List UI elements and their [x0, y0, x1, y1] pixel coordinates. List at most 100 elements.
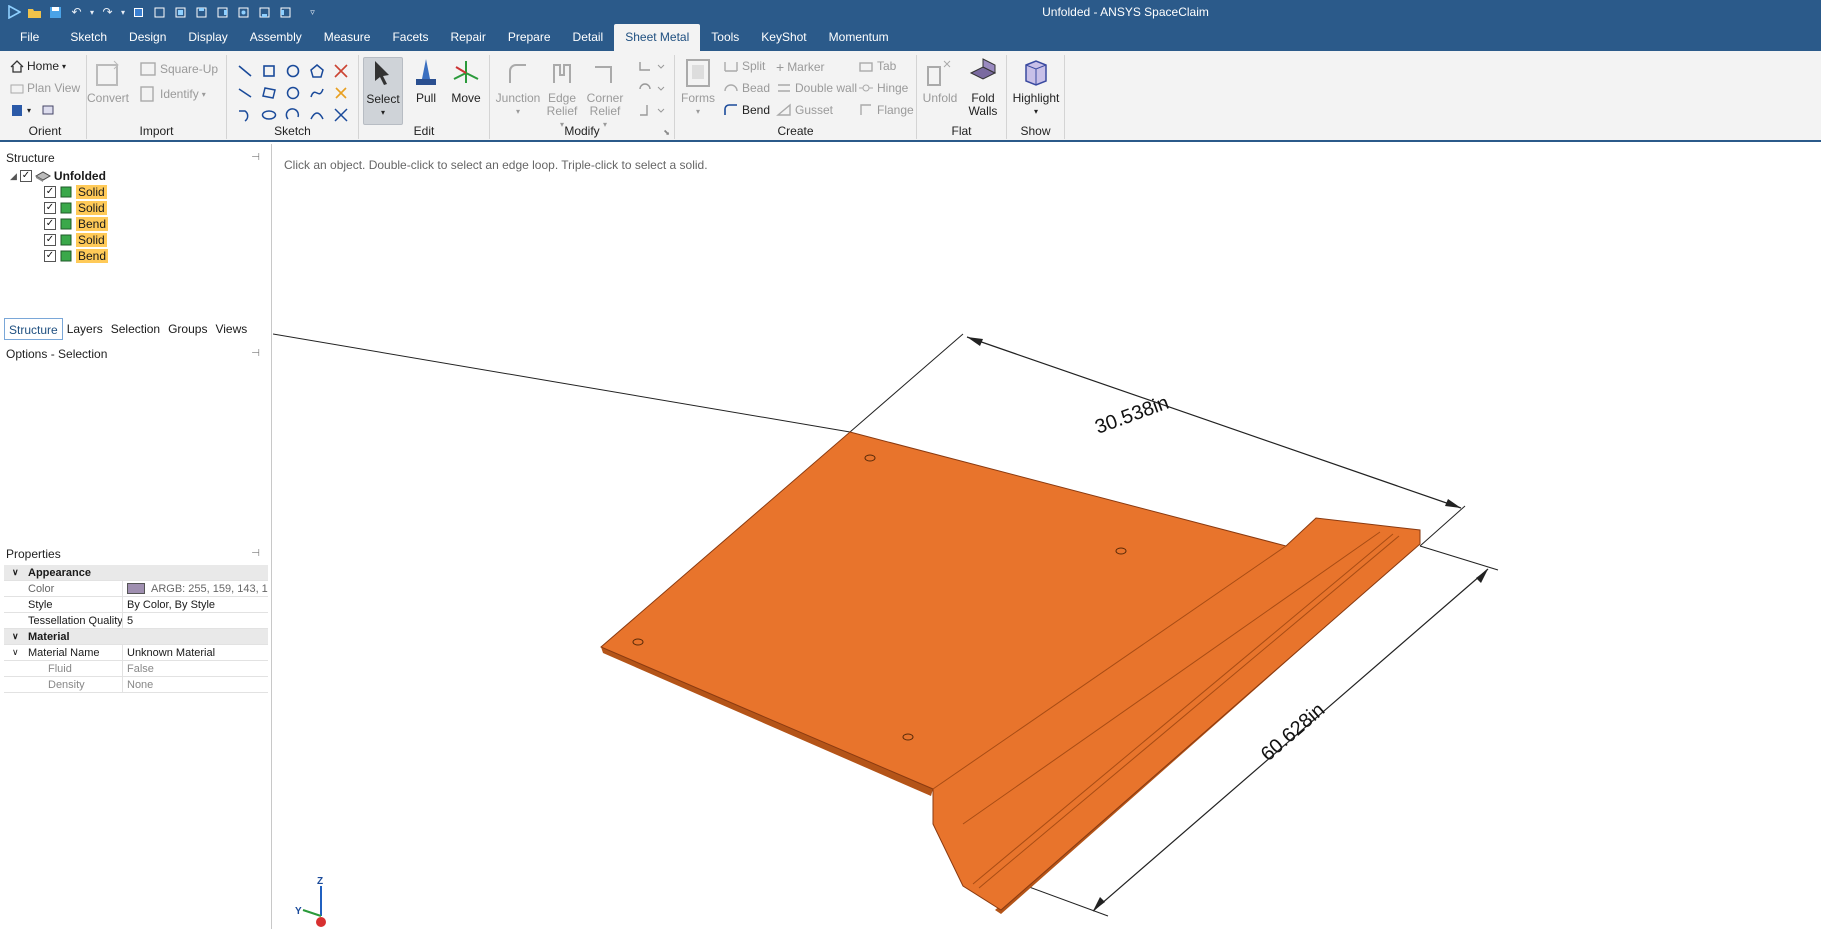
appearance-section[interactable]: ∨ Appearance: [4, 565, 268, 581]
tree-item[interactable]: ✓ Bend: [44, 248, 109, 264]
tab-sheet-metal[interactable]: Sheet Metal: [614, 24, 701, 51]
tessellation-row[interactable]: Tessellation Quality 5: [4, 612, 268, 629]
modify-tool-a-icon[interactable]: [636, 57, 666, 77]
tab-assembly[interactable]: Assembly: [239, 24, 313, 51]
density-row[interactable]: Density None: [4, 676, 268, 693]
dialog-launcher-icon[interactable]: ⬊: [663, 128, 670, 137]
item-checkbox[interactable]: ✓: [44, 202, 56, 214]
tab-design[interactable]: Design: [118, 24, 177, 51]
tab-momentum[interactable]: Momentum: [818, 24, 900, 51]
pin-icon[interactable]: ⊣: [251, 544, 260, 564]
expand-icon[interactable]: ∨: [12, 631, 19, 642]
collapse-icon[interactable]: ◢: [10, 171, 17, 182]
tangent-line-tool-icon[interactable]: [235, 83, 255, 103]
three-point-rectangle-icon[interactable]: [259, 83, 279, 103]
color-swatch[interactable]: [127, 583, 145, 595]
forms-button[interactable]: Forms ▾: [679, 57, 717, 118]
gusset-button[interactable]: Gusset: [776, 103, 833, 117]
tab-repair[interactable]: Repair: [439, 24, 496, 51]
expand-icon[interactable]: ∨: [12, 567, 19, 578]
edge-relief-button[interactable]: Edge Relief ▾: [542, 57, 582, 131]
tangent-arc-icon[interactable]: [235, 105, 255, 125]
tree-root[interactable]: ◢ ✓ Unfolded: [10, 168, 108, 184]
split-line-icon[interactable]: [331, 105, 351, 125]
view-orientation-button[interactable]: ▾: [10, 103, 56, 117]
tab-sketch[interactable]: Sketch: [59, 24, 118, 51]
double-wall-button[interactable]: Double wall: [776, 81, 857, 95]
home-button[interactable]: Home ▾: [10, 59, 66, 73]
highlight-button[interactable]: Highlight ▾: [1011, 57, 1061, 118]
sweep-arc-icon[interactable]: [283, 105, 303, 125]
three-point-circle-icon[interactable]: [283, 83, 303, 103]
tab-tools[interactable]: Tools: [700, 24, 750, 51]
split-button[interactable]: Split: [723, 59, 765, 73]
tab-layers[interactable]: Layers: [63, 318, 107, 340]
convert-button[interactable]: Convert: [87, 57, 129, 105]
tab-button[interactable]: Tab: [858, 59, 896, 73]
select-button[interactable]: Select ▾: [363, 57, 403, 125]
group-orient: Home ▾ Plan View ▾ Orient: [4, 55, 87, 139]
item-checkbox[interactable]: ✓: [44, 186, 56, 198]
unfold-label: Unfold: [922, 91, 958, 105]
tab-display[interactable]: Display: [177, 24, 238, 51]
tab-selection[interactable]: Selection: [107, 318, 164, 340]
line-tool-icon[interactable]: [235, 61, 255, 81]
tab-keyshot[interactable]: KeyShot: [750, 24, 817, 51]
tree-item[interactable]: ✓ Solid: [44, 232, 108, 248]
tab-measure[interactable]: Measure: [313, 24, 382, 51]
tab-views[interactable]: Views: [211, 318, 251, 340]
material-name-row[interactable]: ∨ Material Name Unknown Material: [4, 644, 268, 661]
tree-item[interactable]: ✓ Bend: [44, 216, 109, 232]
pull-button[interactable]: Pull: [407, 57, 445, 105]
marker-button[interactable]: + Marker: [776, 59, 825, 75]
three-point-arc-icon[interactable]: [307, 105, 327, 125]
junction-label: Junction: [495, 91, 541, 105]
item-checkbox[interactable]: ✓: [44, 234, 56, 246]
graphics-viewport[interactable]: Click an object. Double-click to select …: [273, 144, 1821, 929]
tree-item[interactable]: ✓ Solid: [44, 184, 108, 200]
axis-triad: Z Y: [295, 876, 326, 927]
plan-view-button[interactable]: Plan View: [10, 81, 80, 95]
tab-structure[interactable]: Structure: [4, 318, 63, 340]
pin-icon[interactable]: ⊣: [251, 148, 260, 168]
tab-file[interactable]: File: [8, 24, 59, 51]
sheet-metal-part[interactable]: [600, 431, 1421, 914]
tab-detail[interactable]: Detail: [562, 24, 615, 51]
ellipse-tool-icon[interactable]: [259, 105, 279, 125]
expand-icon[interactable]: ∨: [12, 647, 19, 658]
sketch-options-icon[interactable]: [331, 83, 351, 103]
fold-walls-button[interactable]: Fold Walls: [963, 57, 1003, 118]
move-button[interactable]: Move: [447, 57, 485, 105]
fluid-row[interactable]: Fluid False: [4, 660, 268, 677]
spline-tool-icon[interactable]: [307, 83, 327, 103]
style-row[interactable]: Style By Color, By Style: [4, 596, 268, 613]
tab-facets[interactable]: Facets: [381, 24, 439, 51]
pin-icon[interactable]: ⊣: [251, 344, 260, 364]
trim-tool-icon[interactable]: [331, 61, 351, 81]
square-up-button[interactable]: Square-Up: [139, 61, 218, 77]
corner-relief-button[interactable]: Corner Relief ▾: [584, 57, 626, 131]
circle-tool-icon[interactable]: [283, 61, 303, 81]
modify-tool-b-icon[interactable]: [636, 79, 666, 99]
flange-button[interactable]: Flange: [858, 103, 914, 117]
identify-button[interactable]: Identify ▾: [139, 85, 206, 103]
material-section[interactable]: ∨ Material: [4, 629, 268, 645]
tab-prepare[interactable]: Prepare: [497, 24, 562, 51]
tree-item[interactable]: ✓ Solid: [44, 200, 108, 216]
polygon-tool-icon[interactable]: [307, 61, 327, 81]
unfold-button[interactable]: Unfold: [921, 57, 959, 105]
item-checkbox[interactable]: ✓: [44, 250, 56, 262]
rectangle-tool-icon[interactable]: [259, 61, 279, 81]
corner-relief-icon: [595, 66, 612, 83]
bend-button[interactable]: Bend: [723, 103, 770, 117]
junction-button[interactable]: Junction ▾: [496, 57, 540, 118]
bead-button[interactable]: Bead: [723, 81, 770, 95]
modify-tool-c-icon[interactable]: [636, 101, 666, 121]
root-checkbox[interactable]: ✓: [19, 170, 32, 182]
hinge-button[interactable]: Hinge: [858, 81, 908, 95]
tab-groups[interactable]: Groups: [164, 318, 211, 340]
group-flat: Unfold Fold Walls Flat: [917, 55, 1007, 139]
item-checkbox[interactable]: ✓: [44, 218, 56, 230]
hinge-icon: [859, 84, 873, 92]
color-row[interactable]: Color ARGB: 255, 159, 143, 17: [4, 580, 268, 597]
